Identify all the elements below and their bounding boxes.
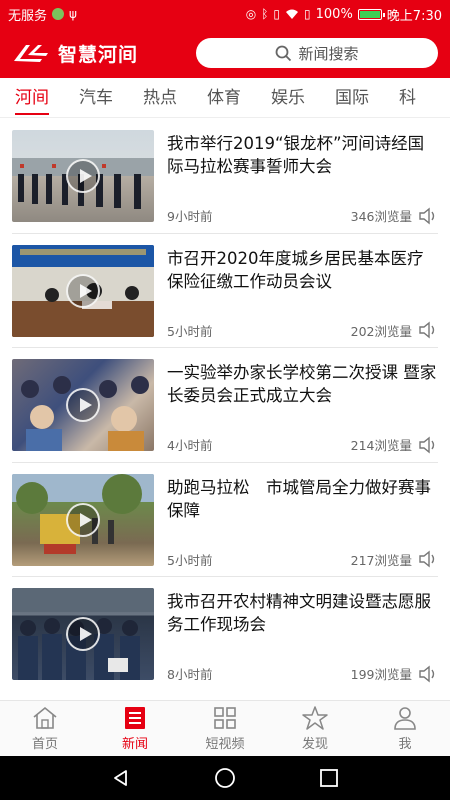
search-icon [276, 45, 292, 61]
news-thumbnail [12, 244, 154, 337]
news-time: 4小时前 [167, 438, 213, 453]
tab-label: 国际 [335, 87, 369, 108]
user-icon [394, 706, 416, 730]
speaker-icon[interactable] [418, 207, 438, 225]
speaker-icon[interactable] [418, 665, 438, 683]
news-thumbnail [12, 359, 154, 451]
play-icon[interactable] [66, 388, 100, 422]
bluetooth-icon: ᛒ [261, 7, 269, 21]
tab-hot[interactable]: 热点 [128, 78, 192, 117]
play-icon[interactable] [66, 617, 100, 651]
news-meta: 5小时前 217浏览量 [167, 550, 438, 569]
play-icon[interactable] [66, 159, 100, 193]
speaker-icon[interactable] [418, 550, 438, 568]
tab-tech[interactable]: 科 [384, 78, 431, 117]
app-header: 智慧河间 新闻搜索 [0, 28, 450, 78]
tab-entertainment[interactable]: 娱乐 [256, 78, 320, 117]
home-button-icon[interactable] [214, 767, 236, 789]
category-tabs: 河间 汽车 热点 体育 娱乐 国际 科 [0, 78, 450, 118]
news-meta: 4小时前 214浏览量 [167, 435, 438, 454]
battery-icon [357, 8, 385, 20]
news-time: 5小时前 [167, 552, 213, 568]
tab-hejian[interactable]: 河间 [0, 78, 64, 117]
news-views: 199浏览量 [350, 667, 412, 682]
tab-label: 体育 [207, 87, 241, 108]
speaker-icon[interactable] [418, 321, 438, 339]
news-meta: 8小时前 199浏览量 [167, 664, 438, 683]
news-views: 214浏览量 [350, 438, 412, 453]
app-notification-icon [52, 8, 65, 20]
news-views: 217浏览量 [350, 552, 412, 568]
news-item[interactable]: 我市举行2019“银龙杯”河间诗经国际马拉松赛事誓师大会 9小时前 346浏览量 [0, 118, 450, 233]
nav-news[interactable]: 新闻 [90, 701, 180, 756]
nav-label: 首页 [31, 736, 58, 752]
news-time: 5小时前 [167, 323, 213, 339]
speaker-icon[interactable] [418, 436, 438, 454]
news-thumbnail [12, 130, 154, 222]
news-title: 助跑马拉松 市城管局全力做好赛事保障 [167, 477, 431, 520]
battery-percent: 100% [315, 6, 353, 22]
bottom-nav: 首页 新闻 短视频 发现 我 [0, 700, 450, 756]
news-title: 一实验举办家长学校第二次授课 暨家长委员会正式成立大会 [167, 363, 437, 405]
news-time: 8小时前 [167, 667, 213, 682]
news-title: 市召开2020年度城乡居民基本医疗保险征缴工作动员会议 [167, 248, 424, 291]
play-icon[interactable] [66, 502, 100, 537]
news-time: 9小时前 [167, 209, 213, 224]
home-icon [33, 706, 57, 729]
nav-me[interactable]: 我 [360, 701, 450, 756]
usb-icon: ψ [69, 7, 77, 21]
back-icon[interactable] [111, 768, 131, 788]
logo-mark-icon [14, 45, 48, 62]
clock: 晚上7:30 [386, 8, 442, 24]
tab-international[interactable]: 国际 [320, 78, 384, 117]
nav-discover[interactable]: 发现 [270, 701, 360, 756]
tab-sports[interactable]: 体育 [192, 78, 256, 117]
news-thumbnail [12, 588, 154, 680]
tab-label: 科 [399, 87, 416, 108]
nav-short-video[interactable]: 短视频 [180, 701, 270, 756]
tab-label: 汽车 [79, 87, 113, 108]
recents-icon[interactable] [319, 768, 339, 788]
news-title: 我市召开农村精神文明建设暨志愿服务工作现场会 [167, 592, 431, 634]
news-thumbnail [12, 473, 154, 566]
news-meta: 5小时前 202浏览量 [167, 321, 438, 340]
news-icon [125, 706, 145, 729]
app-name: 智慧河间 [58, 43, 139, 66]
nav-label: 发现 [301, 736, 328, 752]
vibrate-icon: ▯ [273, 7, 281, 21]
news-item[interactable]: 助跑马拉松 市城管局全力做好赛事保障 5小时前 217浏览量 [0, 461, 450, 577]
news-meta: 9小时前 346浏览量 [167, 206, 438, 225]
news-title: 我市举行2019“银龙杯”河间诗经国际马拉松赛事誓师大会 [167, 134, 425, 176]
carrier-text: 无服务 [8, 8, 48, 24]
status-bar: 无服务 ψ ◎ ᛒ ▯ ▯ 100% 晚上7:30 [0, 0, 450, 28]
search-placeholder: 新闻搜索 [298, 44, 359, 63]
nav-home[interactable]: 首页 [0, 701, 90, 756]
sim-icon: ▯ [304, 7, 311, 21]
grid-icon [214, 706, 236, 729]
nav-label: 我 [398, 736, 412, 752]
app-logo: 智慧河间 [12, 40, 138, 67]
location-icon: ◎ [245, 7, 257, 21]
system-nav-bar [0, 756, 450, 800]
nav-label: 新闻 [121, 736, 148, 752]
star-icon [302, 705, 328, 730]
nav-label: 短视频 [205, 736, 245, 752]
news-views: 346浏览量 [350, 209, 412, 224]
tab-auto[interactable]: 汽车 [64, 78, 128, 117]
play-icon[interactable] [66, 273, 100, 308]
news-item[interactable]: 市召开2020年度城乡居民基本医疗保险征缴工作动员会议 5小时前 202浏览量 [0, 232, 450, 348]
search-input[interactable]: 新闻搜索 [196, 38, 438, 68]
news-item[interactable]: 我市召开农村精神文明建设暨志愿服务工作现场会 8小时前 199浏览量 [0, 576, 450, 691]
news-views: 202浏览量 [350, 323, 412, 339]
tab-label: 娱乐 [271, 87, 305, 108]
tab-label: 河间 [15, 87, 49, 108]
tab-label: 热点 [143, 87, 177, 108]
battery-fill [359, 10, 380, 18]
news-item[interactable]: 一实验举办家长学校第二次授课 暨家长委员会正式成立大会 4小时前 214浏览量 [0, 347, 450, 462]
news-list: 我市举行2019“银龙杯”河间诗经国际马拉松赛事誓师大会 9小时前 346浏览量… [0, 118, 450, 700]
wifi-icon [286, 9, 299, 19]
